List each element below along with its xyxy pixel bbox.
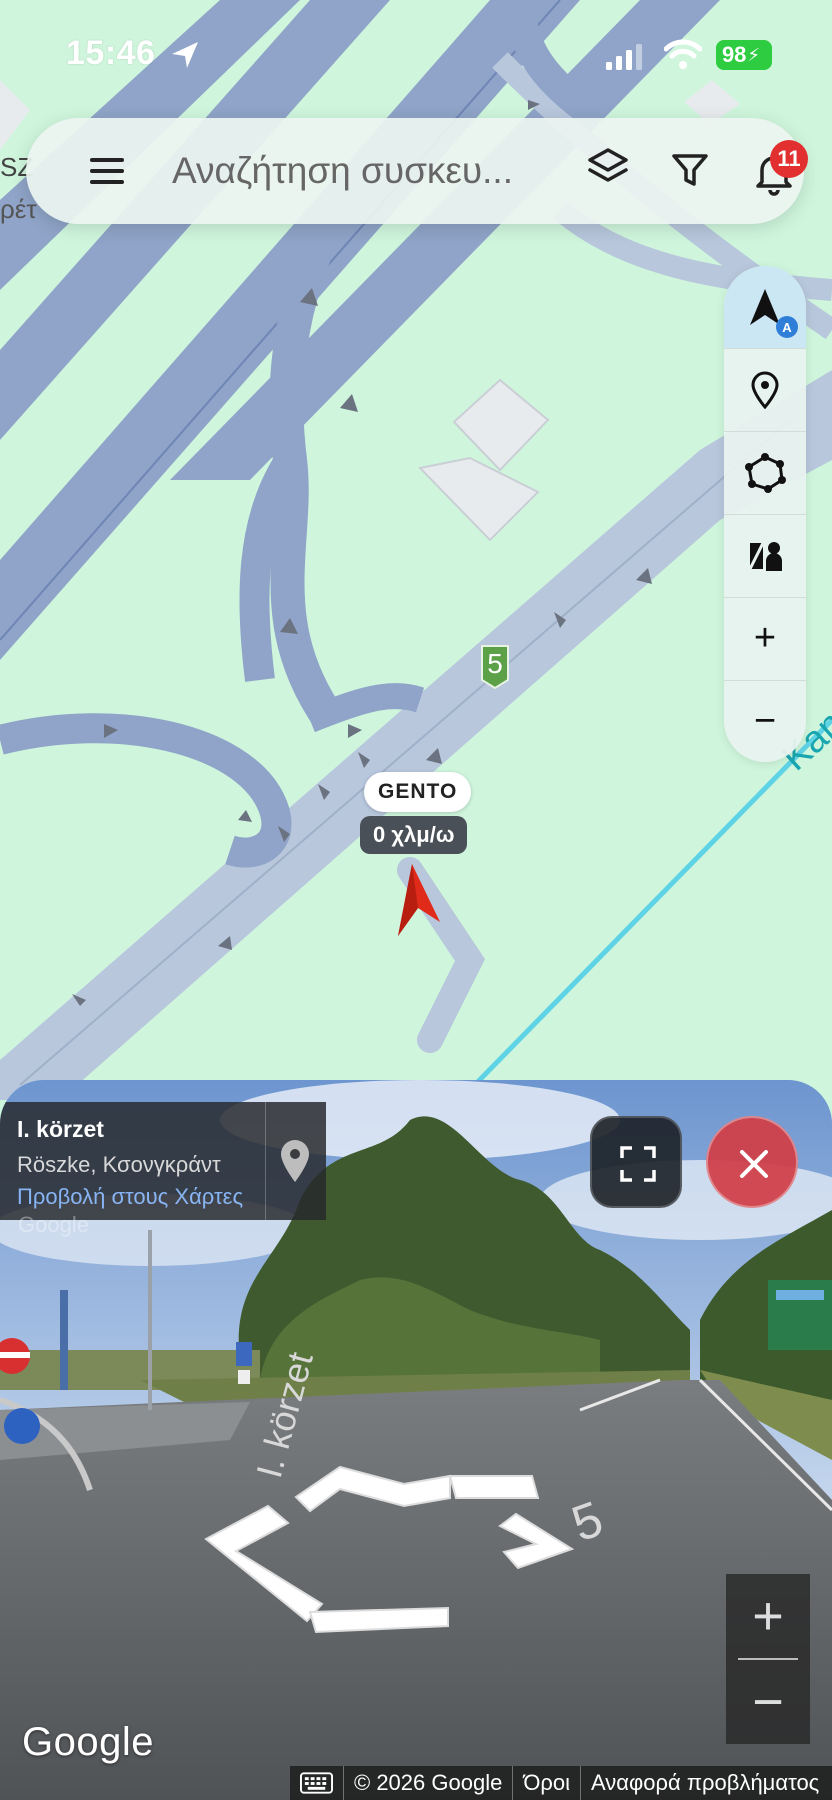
cellular-signal-icon	[606, 44, 642, 70]
map-view[interactable]: SZ ρέτ Kan 5 GENTO 0 χλμ/ω 15:46 98 ⚡ Αν…	[0, 0, 832, 1100]
route-shield-label: 5	[487, 648, 503, 679]
place-info-card: I. körzet Röszke, Κσονγκράντ Προβολή στο…	[0, 1102, 326, 1220]
location-pin-icon	[751, 371, 779, 409]
map-pin-icon[interactable]	[278, 1138, 312, 1184]
plus-icon: +	[753, 617, 777, 659]
view-in-maps-link[interactable]: Προβολή στους Χάρτες	[17, 1184, 265, 1210]
map-zoom-out-button[interactable]: −	[724, 680, 806, 762]
notification-count-badge: 11	[770, 140, 808, 178]
battery-level: 98	[721, 42, 747, 67]
street-view-zoom-control: + −	[726, 1574, 810, 1744]
status-time: 15:46	[66, 34, 156, 72]
terms-link[interactable]: Όροι	[513, 1766, 582, 1800]
filter-icon[interactable]	[670, 150, 710, 190]
attribution-bar: © 2026 Google Όροι Αναφορά προβλήματος	[290, 1766, 832, 1800]
vehicle-marker-icon[interactable]	[396, 864, 446, 936]
place-card-divider	[265, 1102, 266, 1220]
my-location-button[interactable]	[724, 348, 806, 430]
keyboard-shortcuts-icon[interactable]	[290, 1766, 344, 1800]
copyright-text: © 2026 Google	[344, 1766, 514, 1800]
polygon-geofence-icon	[745, 452, 786, 493]
street-view-close-button[interactable]	[706, 1116, 798, 1208]
place-title: I. körzet	[17, 1116, 104, 1142]
battery-indicator: 98 ⚡	[716, 40, 772, 70]
street-view-zoom-out-button[interactable]: −	[726, 1660, 810, 1744]
street-view-zoom-in-button[interactable]: +	[726, 1574, 810, 1658]
street-view-person-icon	[748, 541, 782, 571]
layers-icon[interactable]	[586, 146, 630, 194]
map-label-ret: ρέτ	[0, 194, 37, 224]
map-controls: A + −	[724, 266, 806, 762]
map-zoom-in-button[interactable]: +	[724, 597, 806, 679]
search-bar: 11	[26, 118, 808, 224]
street-view-panel[interactable]: I. körzet 5 I. körzet Röszke, Κσονγκράντ…	[0, 1080, 832, 1800]
close-icon	[740, 1150, 768, 1178]
google-logo: Google	[22, 1720, 154, 1764]
location-arrow-icon	[172, 42, 198, 68]
street-view-fullscreen-button[interactable]	[590, 1116, 682, 1208]
charging-bolt-icon: ⚡	[747, 44, 761, 65]
street-view-button[interactable]	[724, 514, 806, 596]
status-bar: 15:46 98 ⚡	[0, 0, 832, 110]
follow-location-button[interactable]: A	[724, 266, 806, 348]
report-problem-link[interactable]: Αναφορά προβλήματος	[581, 1766, 829, 1800]
device-search-input[interactable]	[172, 144, 552, 198]
minus-icon: −	[753, 700, 777, 742]
place-subtitle: Röszke, Κσονγκράντ	[17, 1152, 221, 1177]
fullscreen-icon	[620, 1146, 656, 1182]
wifi-icon	[664, 39, 702, 69]
street-view-google-watermark: Google	[18, 1212, 89, 1237]
vehicle-name-label[interactable]: GENTO	[364, 772, 472, 812]
hamburger-menu-icon[interactable]	[86, 154, 128, 188]
auto-follow-badge: A	[776, 316, 798, 338]
geofence-button[interactable]	[724, 431, 806, 513]
vehicle-speed-label: 0 χλμ/ω	[360, 816, 468, 854]
